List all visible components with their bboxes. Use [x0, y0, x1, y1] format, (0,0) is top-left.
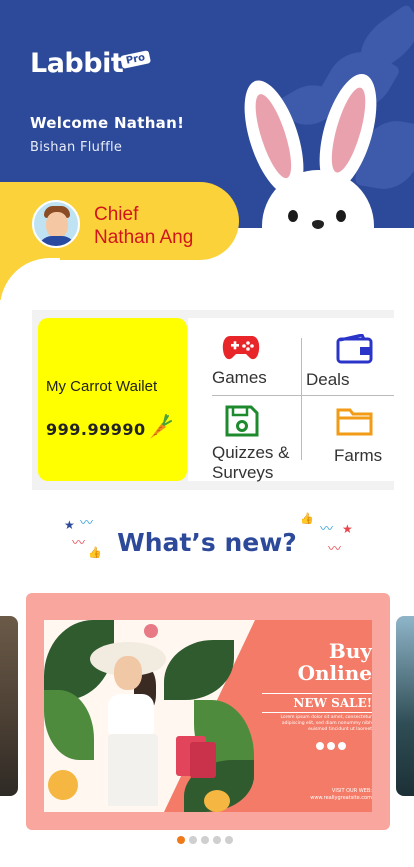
banner-leaf [44, 690, 94, 760]
folder-icon [336, 408, 373, 436]
bunny-eye [288, 210, 298, 222]
avatar-face [46, 212, 68, 238]
avatar[interactable] [32, 200, 80, 248]
banner-flower [48, 770, 78, 800]
banner-headline: Buy Online [282, 640, 372, 684]
banner-visit-url: www.reallygreatsite.com [310, 795, 372, 801]
fluffle-name: Bishan Fluffle [30, 140, 123, 155]
menu-item-deals[interactable]: Deals [306, 330, 392, 390]
carousel-pagination [177, 836, 233, 844]
confetti-star-icon: ★ [342, 522, 353, 536]
twitter-icon [338, 742, 346, 750]
banner-tag: NEW SALE! [262, 693, 372, 713]
menu-label-quizzes: Quizzes & [212, 443, 290, 462]
gamepad-icon [222, 336, 260, 360]
menu-label-farms: Farms [334, 446, 383, 465]
bunny-eye [336, 210, 346, 222]
menu-label-deals: Deals [306, 370, 350, 389]
wallet-icon [336, 334, 373, 364]
profile-rank: Chief [94, 204, 139, 225]
thumbs-up-icon: 👍 [88, 546, 102, 559]
bunny-ear-inner [324, 84, 373, 176]
confetti-squiggle-icon: 〰 [320, 522, 334, 537]
carousel-dot[interactable] [201, 836, 209, 844]
carousel-dot-active[interactable] [177, 836, 185, 844]
menu-label-surveys: Surveys [212, 463, 274, 482]
bunny-nose [312, 220, 324, 229]
menu-item-quizzes[interactable]: Quizzes & Surveys [212, 402, 298, 482]
banner-flower [144, 624, 158, 638]
carousel-dot[interactable] [225, 836, 233, 844]
app-logo: Labbit [30, 48, 124, 79]
banner-headline-2: Online [297, 661, 372, 685]
carousel-card-prev[interactable] [0, 616, 18, 796]
confetti-squiggle-icon: 〰 [72, 536, 86, 551]
carousel-card-next[interactable] [396, 616, 414, 796]
menu-label-games: Games [212, 368, 267, 387]
menu-divider-vertical [301, 338, 302, 460]
model-skirt [108, 734, 158, 806]
carousel-dot[interactable] [213, 836, 221, 844]
menu-item-games[interactable]: Games [212, 330, 298, 390]
menu-item-farms[interactable]: Farms [306, 402, 392, 472]
welcome-text: Welcome Nathan! [30, 114, 185, 132]
banner-visit: VISIT OUR WEB: www.reallygreatsite.com [262, 788, 372, 802]
carousel-dot[interactable] [189, 836, 197, 844]
carrot-icon [150, 414, 172, 439]
carrot-wallet[interactable] [38, 318, 187, 481]
model-head [114, 656, 142, 690]
banner-visit-label: VISIT OUR WEB: [331, 788, 372, 794]
facebook-icon [327, 742, 335, 750]
social-icons [316, 742, 346, 750]
shopping-bag [190, 742, 216, 778]
wallet-balance: 999.99990 [46, 420, 146, 439]
thumbs-up-icon: 👍 [300, 512, 314, 525]
confetti-squiggle-icon: 〰 [328, 542, 342, 557]
profile-name: Nathan Ang [94, 227, 194, 248]
wallet-label: My Carrot Wailet [46, 378, 158, 395]
promo-banner-image[interactable]: Buy Online NEW SALE! Lorem ipsum dolor s… [44, 620, 372, 812]
bunny-mascot [232, 67, 390, 260]
bunny-ear-inner [248, 90, 299, 182]
floppy-disk-icon [225, 405, 259, 437]
menu-divider-horizontal [212, 395, 394, 396]
banner-flower [204, 790, 230, 812]
banner-headline-1: Buy [328, 639, 372, 663]
model-top [108, 694, 154, 736]
instagram-icon [316, 742, 324, 750]
confetti-star-icon: ★ [64, 518, 75, 532]
banner-body: Lorem ipsum dolor sit amet, consectetur … [280, 715, 372, 732]
confetti-squiggle-icon: 〰 [80, 516, 94, 531]
